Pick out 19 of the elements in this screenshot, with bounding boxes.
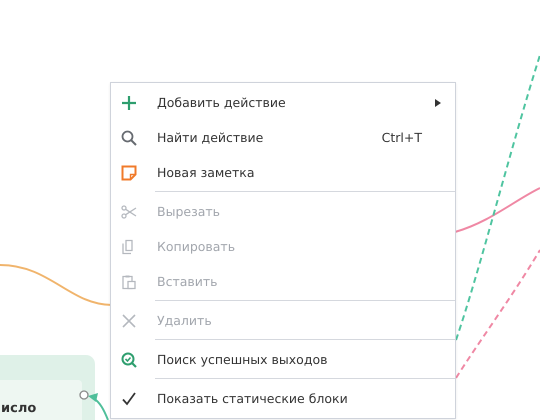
checkmark-icon: [121, 390, 137, 406]
scissors-icon: [121, 204, 137, 220]
connector-arrow: [88, 393, 109, 420]
menu-item[interactable]: Найти действие Ctrl+T: [111, 120, 455, 155]
menu-item[interactable]: Новая заметка: [111, 155, 455, 190]
menu-item[interactable]: Показать статические блоки: [111, 381, 455, 416]
submenu-arrow-icon: [435, 98, 441, 106]
paste-icon: [121, 274, 137, 290]
note-icon: [121, 164, 137, 180]
menu-item[interactable]: Добавить действие: [111, 85, 455, 120]
plus-icon: [121, 94, 137, 110]
search-check-icon: [121, 352, 137, 368]
node-label: исло: [1, 402, 36, 415]
port-icon[interactable]: [79, 390, 89, 400]
shortcut-label: Ctrl+T: [382, 130, 422, 145]
flow-node[interactable]: исло: [0, 355, 95, 420]
search-icon: [121, 130, 137, 146]
menu-item[interactable]: Поиск успешных выходов: [111, 342, 455, 377]
close-icon: [121, 312, 137, 328]
